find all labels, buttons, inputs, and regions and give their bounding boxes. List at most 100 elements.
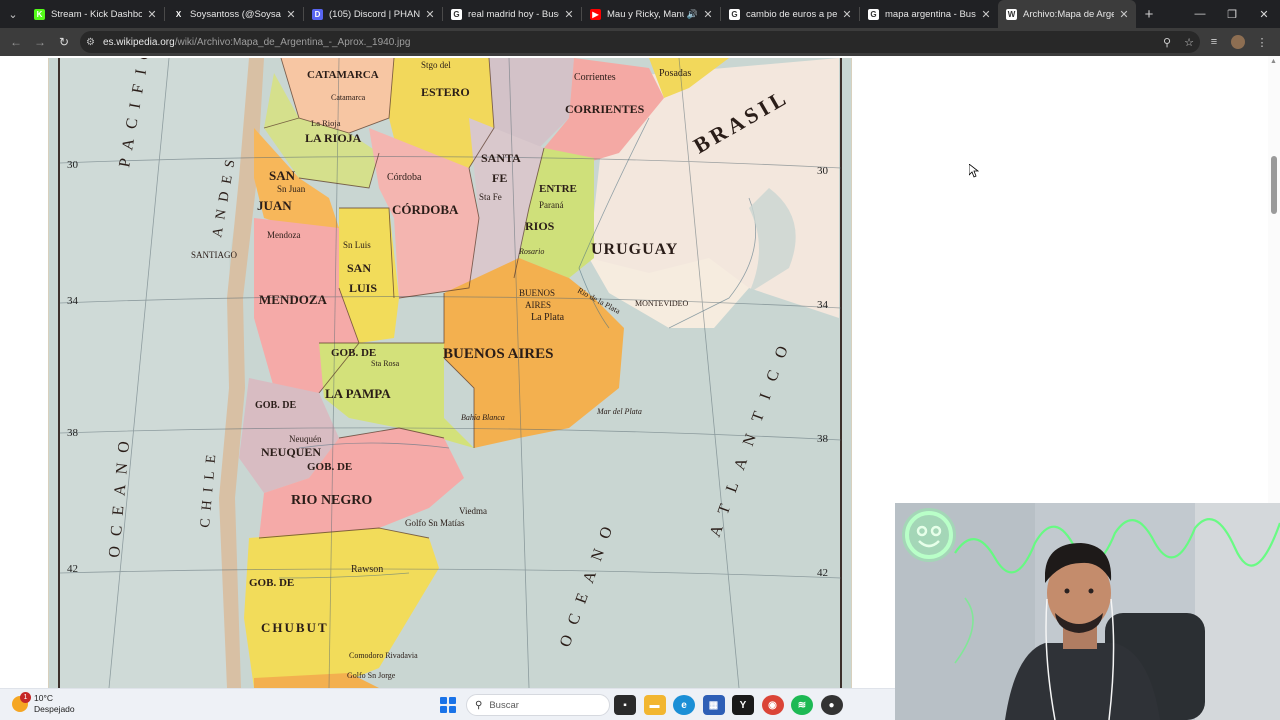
close-window-icon[interactable]: ✕ xyxy=(1248,0,1280,28)
tab-8[interactable]: W Archivo:Mapa de Argentina ✕ xyxy=(998,0,1136,28)
label-la-rioja: LA RIOJA xyxy=(305,131,362,145)
tab-3[interactable]: D (105) Discord | PHANTOM ✕ xyxy=(304,0,442,28)
close-tab-icon[interactable]: ✕ xyxy=(424,8,436,21)
window-controls: — ❐ ✕ xyxy=(1184,0,1280,28)
y-app-icon[interactable]: Y xyxy=(732,695,754,715)
label-comodoro: Comodoro Rivadavia xyxy=(349,651,418,660)
latitude-label-34-right: 34 xyxy=(817,299,829,311)
new-tab-button[interactable]: + xyxy=(1136,6,1162,23)
minimize-icon[interactable]: — xyxy=(1184,0,1216,28)
tab-title: Archivo:Mapa de Argentina xyxy=(1023,8,1114,20)
site-info-icon[interactable]: ⚙ xyxy=(86,37,95,48)
windows-taskbar: 1 10°C Despejado ⚲ Buscar ▪ ▬ e ▦ Y ◉ ≋ … xyxy=(0,688,895,720)
label-san: SAN xyxy=(269,168,296,183)
obs-icon[interactable]: ● xyxy=(820,695,843,715)
speaker-icon[interactable]: 🔊 xyxy=(687,9,698,20)
label-la-pampa: LA PAMPA xyxy=(325,386,391,401)
close-tab-icon[interactable]: ✕ xyxy=(841,8,853,21)
label-la-rioja-city: La Rioja xyxy=(311,118,341,128)
scroll-up-icon[interactable]: ▲ xyxy=(1270,58,1277,65)
profile-avatar[interactable] xyxy=(1231,35,1245,49)
label-la-plata: La Plata xyxy=(531,312,565,323)
kick-icon: K xyxy=(34,8,45,20)
close-tab-icon[interactable]: ✕ xyxy=(563,8,575,21)
restore-icon[interactable]: ❐ xyxy=(1216,0,1248,28)
label-posadas: Posadas xyxy=(659,68,691,79)
google-icon: G xyxy=(729,8,740,20)
youtube-icon: ▶ xyxy=(590,8,601,20)
x-icon: X xyxy=(173,8,184,20)
label-viedma: Viedma xyxy=(459,506,487,516)
label-chubut: CHUBUT xyxy=(261,620,329,635)
label-buenos-aires: BUENOS AIRES xyxy=(443,346,553,362)
label-corrientes-city: Corrientes xyxy=(574,72,616,83)
chrome-icon[interactable]: ◉ xyxy=(761,695,784,715)
scroll-thumb[interactable] xyxy=(1271,156,1277,214)
label-sta-rosa: Sta Rosa xyxy=(371,359,400,368)
close-tab-icon[interactable]: ✕ xyxy=(1118,8,1130,21)
label-neuquen-city: Neuquén xyxy=(289,434,322,444)
spotify-icon[interactable]: ≋ xyxy=(791,695,813,715)
label-mendoza: MENDOZA xyxy=(259,292,328,307)
tab-title: mapa argentina - Buscar xyxy=(885,8,976,20)
toolbar-actions: ≡ ⋮ xyxy=(1202,28,1274,56)
tab-6[interactable]: Gcambio de euros a pesos ✕ xyxy=(721,0,859,28)
close-tab-icon[interactable]: ✕ xyxy=(285,8,297,21)
tab-7[interactable]: Gmapa argentina - Buscar ✕ xyxy=(860,0,998,28)
reload-icon[interactable]: ↻ xyxy=(52,35,76,49)
back-icon[interactable]: ← xyxy=(4,35,28,49)
label-santa: SANTA xyxy=(481,151,521,165)
sun-icon: 1 xyxy=(12,692,31,712)
tab-strip: ⌄ K Stream - Kick Dashboard ✕ X Soysantoss (… xyxy=(0,0,1280,28)
weather-widget[interactable]: 1 10°C Despejado xyxy=(12,692,75,715)
menu-icon[interactable]: ⋮ xyxy=(1250,36,1274,49)
windows-logo-icon xyxy=(440,697,447,704)
tab-5[interactable]: ▶ Mau y Ricky, Manuel🔊 ✕ xyxy=(582,0,720,28)
close-tab-icon[interactable]: ✕ xyxy=(702,8,714,21)
label-rawson: Rawson xyxy=(351,564,383,575)
label-ba-2: AIRES xyxy=(525,300,551,310)
bookmark-star-icon[interactable]: ☆ xyxy=(1178,36,1200,49)
tab-title: real madrid hoy - Buscar xyxy=(468,8,559,20)
label-estero: ESTERO xyxy=(421,85,470,99)
tab-search-icon[interactable]: ⌄ xyxy=(0,0,26,28)
zoom-icon[interactable]: ⚲ xyxy=(1156,36,1178,49)
browser-toolbar: ← → ↻ ⚙ es.wikipedia.org/wiki/Archivo:Ma… xyxy=(0,28,1280,56)
task-view-icon[interactable]: ▪ xyxy=(614,695,636,715)
tab-list: K Stream - Kick Dashboard ✕ X Soysantoss (@S… xyxy=(26,0,1136,28)
latitude-label-34: 34 xyxy=(67,295,79,307)
tab-title: Soysantoss (@Soysantoss xyxy=(190,8,281,20)
forward-icon[interactable]: → xyxy=(28,35,52,49)
taskbar-search[interactable]: ⚲ Buscar xyxy=(466,694,610,716)
label-bahia-blanca: Bahía Blanca xyxy=(461,413,505,422)
label-sta-fe: Sta Fe xyxy=(479,192,502,202)
label-gob-de-rn: GOB. DE xyxy=(307,461,352,473)
start-button[interactable] xyxy=(440,697,456,713)
url-host: es.wikipedia.org xyxy=(102,36,175,48)
media-controls-icon[interactable]: ≡ xyxy=(1202,36,1226,48)
tab-2[interactable]: X Soysantoss (@Soysantoss ✕ xyxy=(165,0,303,28)
store-icon[interactable]: ▦ xyxy=(702,695,725,715)
close-tab-icon[interactable]: ✕ xyxy=(146,8,158,21)
google-icon: G xyxy=(451,8,462,20)
search-icon: ⚲ xyxy=(475,699,483,711)
edge-icon[interactable]: e xyxy=(673,695,695,715)
file-explorer-icon[interactable]: ▬ xyxy=(643,695,666,715)
label-ba-1: BUENOS xyxy=(519,288,555,298)
tab-title: (105) Discord | PHANTOM xyxy=(329,8,420,20)
label-rio-negro: RIO NEGRO xyxy=(291,493,372,508)
tab-1[interactable]: K Stream - Kick Dashboard ✕ xyxy=(26,0,164,28)
latitude-label-30-right: 30 xyxy=(817,165,829,177)
label-rosario: Rosario xyxy=(518,247,544,256)
tab-4[interactable]: Greal madrid hoy - Buscar ✕ xyxy=(443,0,581,28)
label-golfo-matias: Golfo Sn Matías xyxy=(405,518,465,528)
label-cordoba-city: Córdoba xyxy=(387,172,422,183)
label-juan: JUAN xyxy=(257,198,292,213)
tab-title: cambio de euros a pesos xyxy=(746,8,837,20)
latitude-label-42-right: 42 xyxy=(817,567,828,579)
argentina-map-image: 30 30 34 34 38 38 42 42 CATAMARCA Catama… xyxy=(48,58,852,688)
google-icon: G xyxy=(868,8,879,20)
address-bar[interactable]: ⚙ es.wikipedia.org/wiki/Archivo:Mapa_de_… xyxy=(80,31,1200,53)
weather-temperature: 10°C xyxy=(34,693,53,703)
close-tab-icon[interactable]: ✕ xyxy=(980,8,992,21)
